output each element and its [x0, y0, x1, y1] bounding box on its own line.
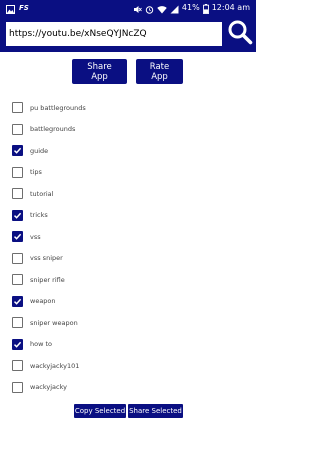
wifi-icon — [157, 4, 167, 13]
status-bar-right: 41% 12:04 am — [133, 0, 250, 16]
app-screen: FS 41% 12:04 am https://youtu.be/xNseQYJ… — [0, 0, 256, 455]
tag-row[interactable]: tips — [0, 162, 256, 184]
tag-checkbox[interactable] — [12, 166, 23, 178]
checkmark-icon — [13, 341, 22, 348]
tag-row[interactable]: pu battlegrounds — [0, 97, 256, 119]
checkmark-icon — [13, 212, 22, 219]
fs-icon: FS — [19, 4, 29, 12]
signal-icon — [170, 4, 179, 13]
tag-row[interactable]: wackyjacky — [0, 377, 256, 399]
tag-label: tutorial — [30, 189, 54, 198]
copy-selected-button[interactable]: Copy Selected — [74, 404, 126, 418]
tag-checkbox[interactable] — [12, 317, 23, 329]
tag-label: guide — [30, 146, 49, 155]
battery-percent: 41% — [181, 3, 200, 12]
tag-list: pu battlegrounds battlegrounds guide tips tu… — [0, 97, 256, 398]
tag-label: wackyjacky101 — [30, 361, 80, 370]
tag-row[interactable]: how to — [0, 334, 256, 356]
tag-label: sniper weapon — [30, 318, 78, 327]
tag-label: battlegrounds — [30, 125, 76, 134]
mute-icon — [133, 4, 142, 13]
tag-label: tips — [30, 168, 42, 177]
tag-checkbox[interactable] — [12, 123, 23, 135]
tag-checkbox[interactable] — [12, 102, 23, 114]
tag-checkbox[interactable] — [12, 188, 23, 200]
url-input[interactable] — [6, 22, 222, 46]
checkmark-icon — [13, 298, 22, 305]
checkmark-icon — [13, 148, 22, 155]
tag-checkbox[interactable] — [12, 360, 23, 372]
tag-row[interactable]: wackyjacky101 — [0, 355, 256, 377]
tag-row[interactable]: battlegrounds — [0, 119, 256, 141]
tag-row[interactable]: weapon — [0, 291, 256, 313]
tag-row[interactable]: guide — [0, 140, 256, 162]
rate-app-button[interactable]: Rate App — [136, 59, 183, 84]
tag-checkbox[interactable] — [12, 338, 23, 350]
tag-checkbox[interactable] — [12, 274, 23, 286]
tag-checkbox[interactable] — [12, 295, 23, 307]
image-icon — [6, 4, 15, 14]
tag-row[interactable]: sniper rifle — [0, 269, 256, 291]
tag-label: sniper rifle — [30, 275, 65, 284]
search-icon — [227, 19, 253, 49]
tag-row[interactable]: sniper weapon — [0, 312, 256, 334]
tag-label: tricks — [30, 211, 48, 220]
tag-label: vss sniper — [30, 254, 63, 263]
tag-label: how to — [30, 340, 53, 349]
tag-checkbox[interactable] — [12, 231, 23, 243]
tag-label: weapon — [30, 297, 56, 306]
tag-checkbox[interactable] — [12, 252, 23, 264]
share-selected-button[interactable]: Share Selected — [128, 404, 183, 418]
clock: 12:04 am — [211, 3, 250, 12]
tag-checkbox[interactable] — [12, 209, 23, 221]
alarm-icon — [145, 4, 154, 14]
url-bar — [0, 16, 256, 52]
tag-label: pu battlegrounds — [30, 103, 86, 112]
tag-row[interactable]: tricks — [0, 205, 256, 227]
search-button[interactable] — [226, 20, 254, 48]
tag-checkbox[interactable] — [12, 145, 23, 157]
tag-label: vss — [30, 232, 41, 241]
battery-icon — [202, 3, 209, 14]
tag-label: wackyjacky — [30, 383, 67, 392]
status-bar-left: FS — [6, 0, 29, 16]
status-bar: FS 41% 12:04 am — [0, 0, 256, 16]
tag-row[interactable]: vss sniper — [0, 248, 256, 270]
share-app-button[interactable]: Share App — [72, 59, 127, 84]
tag-row[interactable]: tutorial — [0, 183, 256, 205]
tag-checkbox[interactable] — [12, 381, 23, 393]
checkmark-icon — [13, 234, 22, 241]
tag-row[interactable]: vss — [0, 226, 256, 248]
